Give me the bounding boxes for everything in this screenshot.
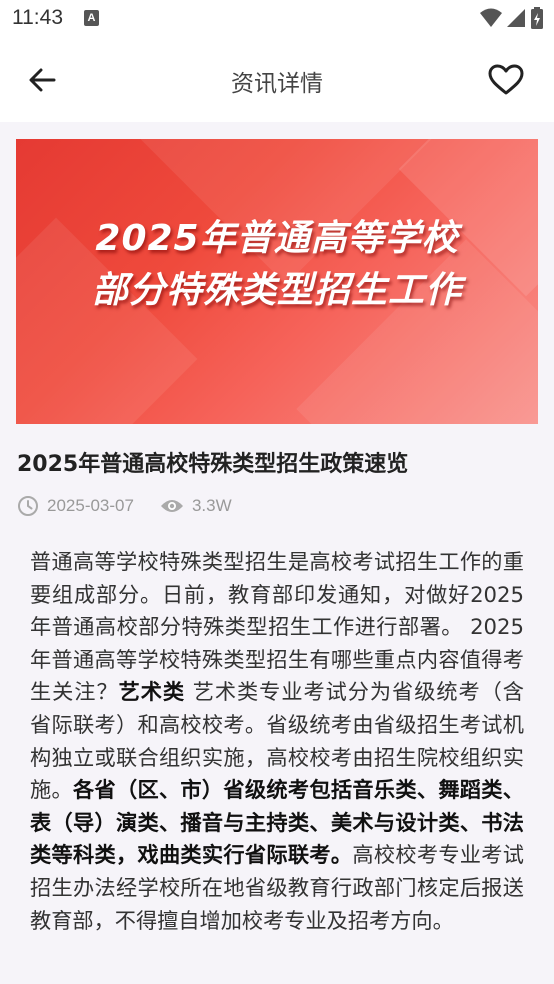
battery-icon — [531, 7, 543, 29]
publish-date: 2025-03-07 — [17, 495, 134, 517]
publish-date-text: 2025-03-07 — [47, 496, 134, 515]
banner-title-line1: 2025年普通高等学校 — [95, 218, 459, 259]
article-title: 2025年普通高校特殊类型招生政策速览 — [17, 452, 409, 477]
article-banner-image: 2025年普通高等学校 部分特殊类型招生工作 — [16, 139, 538, 424]
status-time: 11:43 — [12, 6, 63, 29]
app-bar: 资讯详情 — [0, 38, 554, 122]
eye-icon — [160, 500, 183, 512]
favorite-button[interactable] — [484, 60, 528, 100]
signal-icon — [507, 9, 525, 27]
wifi-icon — [480, 8, 502, 27]
article-meta: 2025-03-07 3.3W — [17, 493, 258, 519]
clock-icon — [18, 496, 38, 516]
view-count: 3.3W — [160, 496, 232, 516]
page-title: 资讯详情 — [231, 71, 323, 97]
status-bar: 11:43 A — [0, 0, 554, 38]
article-body: 普通高等学校特殊类型招生是高校考试招生工作的重要组成部分。日前，教育部印发通知，… — [30, 546, 524, 937]
heart-icon — [488, 64, 524, 95]
body-bold-1: 艺术类 — [118, 679, 186, 705]
status-icons — [480, 6, 544, 30]
notification-icon: A — [84, 10, 99, 26]
view-count-text: 3.3W — [191, 496, 232, 515]
banner-title-line2: 部分特殊类型招生工作 — [91, 270, 462, 311]
